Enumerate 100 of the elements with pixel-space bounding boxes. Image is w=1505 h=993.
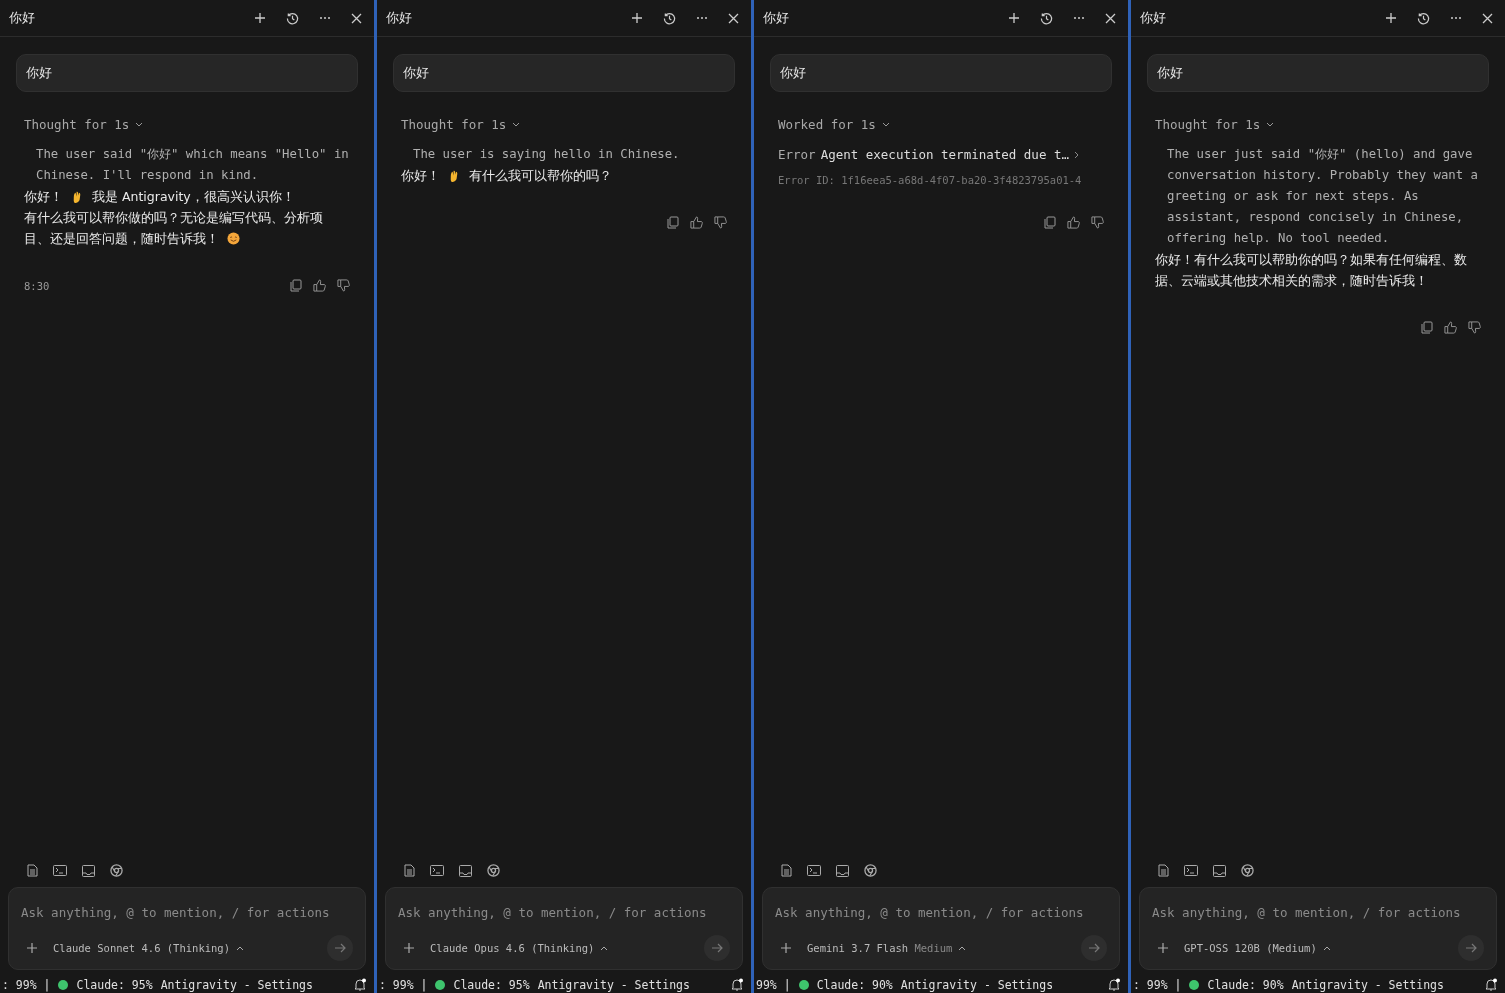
usage-text: : 99% | — [2, 977, 51, 992]
chevron-up-icon[interactable] — [600, 945, 609, 951]
chevron-down-icon[interactable] — [1266, 122, 1275, 127]
thumbs-up-icon[interactable] — [690, 216, 703, 229]
thumbs-up-icon[interactable] — [313, 279, 326, 292]
response-text: 你好！ — [24, 189, 63, 204]
file-icon[interactable] — [781, 864, 792, 877]
arrow-right-icon[interactable] — [1088, 943, 1100, 953]
close-icon[interactable] — [1105, 12, 1116, 24]
thought-text: The user just said "你好" (hello) and gave conversation history. Probably they want a greeting or ask for next steps. As assistant, respond concisely in Chinese, offering help. No tool needed. — [1167, 146, 1479, 247]
inbox-icon[interactable] — [1213, 864, 1226, 877]
chevron-up-icon[interactable] — [236, 945, 244, 951]
activity-toggle[interactable]: Thought for 1s — [1155, 117, 1261, 132]
plus-icon[interactable] — [404, 943, 414, 953]
plus-icon[interactable] — [781, 943, 791, 953]
user-message: 你好 — [16, 54, 358, 92]
status-dot — [1189, 979, 1200, 990]
chevron-down-icon[interactable] — [135, 122, 144, 127]
bell-icon[interactable] — [1485, 978, 1497, 991]
chevron-up-icon[interactable] — [1322, 945, 1331, 951]
history-icon[interactable] — [1417, 11, 1430, 25]
browser-icon[interactable] — [1241, 864, 1254, 877]
browser-icon[interactable] — [864, 864, 877, 877]
bell-icon[interactable] — [354, 978, 366, 991]
model-selector[interactable]: GPT-OSS 120B (Medium) — [1184, 942, 1317, 954]
error-message[interactable]: Agent execution terminated due t… — [820, 147, 1069, 162]
smiley-icon — [227, 232, 240, 245]
close-icon[interactable] — [1482, 12, 1493, 24]
thumbs-down-icon[interactable] — [1091, 216, 1104, 229]
status-dot — [798, 979, 809, 990]
response-text: 有什么我可以帮你做的吗？无论是编写代码、分析项 — [24, 210, 323, 225]
bell-icon[interactable] — [1108, 978, 1120, 991]
user-message: 你好 — [393, 54, 735, 92]
chat-input[interactable]: Ask anything, @ to mention, / for actions GPT-OSS 120B (Medium) — [1139, 887, 1497, 970]
plus-icon[interactable] — [1385, 12, 1397, 24]
thumbs-down-icon[interactable] — [337, 279, 350, 292]
history-icon[interactable] — [1040, 11, 1053, 25]
chevron-down-icon[interactable] — [512, 122, 521, 127]
plus-icon[interactable] — [27, 943, 37, 953]
activity-toggle[interactable]: Thought for 1s — [401, 117, 507, 132]
bell-icon[interactable] — [731, 978, 743, 991]
history-icon[interactable] — [286, 11, 299, 25]
copy-icon[interactable] — [290, 279, 302, 292]
thought-text: The user said "你好" which means "Hello" in Chinese. I'll respond in kind. — [36, 146, 350, 184]
model-selector[interactable]: Claude Opus 4.6 (Thinking) — [430, 942, 595, 954]
user-message: 你好 — [1147, 54, 1489, 92]
model-selector[interactable]: Gemini 3.7 Flash Medium — [807, 942, 953, 954]
copy-icon[interactable] — [1044, 216, 1056, 229]
arrow-right-icon[interactable] — [1465, 943, 1477, 953]
close-icon[interactable] — [728, 12, 739, 24]
settings-link[interactable]: Antigravity - Settings — [160, 977, 313, 992]
thumbs-up-icon[interactable] — [1067, 216, 1080, 229]
inbox-icon[interactable] — [836, 864, 849, 877]
panel-title: 你好 — [763, 9, 789, 27]
file-icon[interactable] — [1158, 864, 1169, 877]
arrow-right-icon[interactable] — [334, 943, 346, 953]
file-icon[interactable] — [27, 864, 38, 877]
model-selector[interactable]: Claude Sonnet 4.6 (Thinking) — [53, 942, 230, 954]
chat-input[interactable]: Ask anything, @ to mention, / for actions Claude Sonnet 4.6 (Thinking) — [8, 887, 366, 970]
inbox-icon[interactable] — [82, 864, 95, 877]
settings-link[interactable]: Antigravity - Settings — [900, 977, 1054, 992]
panel-title: 你好 — [9, 9, 35, 27]
more-icon[interactable] — [1073, 16, 1085, 20]
terminal-icon[interactable] — [53, 865, 67, 876]
more-icon[interactable] — [696, 16, 708, 20]
quota-text: Claude: 95% — [453, 977, 530, 992]
plus-icon[interactable] — [631, 12, 643, 24]
terminal-icon[interactable] — [807, 865, 821, 876]
history-icon[interactable] — [663, 11, 676, 25]
copy-icon[interactable] — [1421, 321, 1433, 334]
plus-icon[interactable] — [254, 12, 266, 24]
chevron-up-icon[interactable] — [958, 945, 967, 951]
close-icon[interactable] — [351, 12, 362, 24]
browser-icon[interactable] — [487, 864, 500, 877]
more-icon[interactable] — [319, 16, 331, 20]
terminal-icon[interactable] — [1184, 865, 1198, 876]
settings-link[interactable]: Antigravity - Settings — [1291, 977, 1444, 992]
more-icon[interactable] — [1450, 16, 1462, 20]
error-label: Error — [778, 147, 816, 162]
chat-input[interactable]: Ask anything, @ to mention, / for actions Claude Opus 4.6 (Thinking) — [385, 887, 743, 970]
quota-text: Claude: 90% — [1207, 977, 1284, 992]
file-icon[interactable] — [404, 864, 415, 877]
thumbs-up-icon[interactable] — [1444, 321, 1457, 334]
thumbs-down-icon[interactable] — [1468, 321, 1481, 334]
copy-icon[interactable] — [667, 216, 679, 229]
activity-toggle[interactable]: Thought for 1s — [24, 117, 130, 132]
plus-icon[interactable] — [1008, 12, 1020, 24]
chevron-down-icon[interactable] — [881, 122, 890, 127]
error-id: Error ID: 1f16eea5-a68d-4f07-ba20-3f4823795a01-4 — [778, 174, 1083, 186]
activity-toggle[interactable]: Worked for 1s — [778, 117, 876, 132]
arrow-right-icon[interactable] — [711, 943, 723, 953]
chevron-right-icon[interactable] — [1074, 150, 1079, 159]
panel-title: 你好 — [1140, 9, 1166, 27]
chat-input[interactable]: Ask anything, @ to mention, / for actions Gemini 3.7 Flash Medium — [762, 887, 1120, 970]
terminal-icon[interactable] — [430, 865, 444, 876]
plus-icon[interactable] — [1158, 943, 1168, 953]
settings-link[interactable]: Antigravity - Settings — [537, 977, 690, 992]
thumbs-down-icon[interactable] — [714, 216, 727, 229]
browser-icon[interactable] — [110, 864, 123, 877]
inbox-icon[interactable] — [459, 864, 472, 877]
